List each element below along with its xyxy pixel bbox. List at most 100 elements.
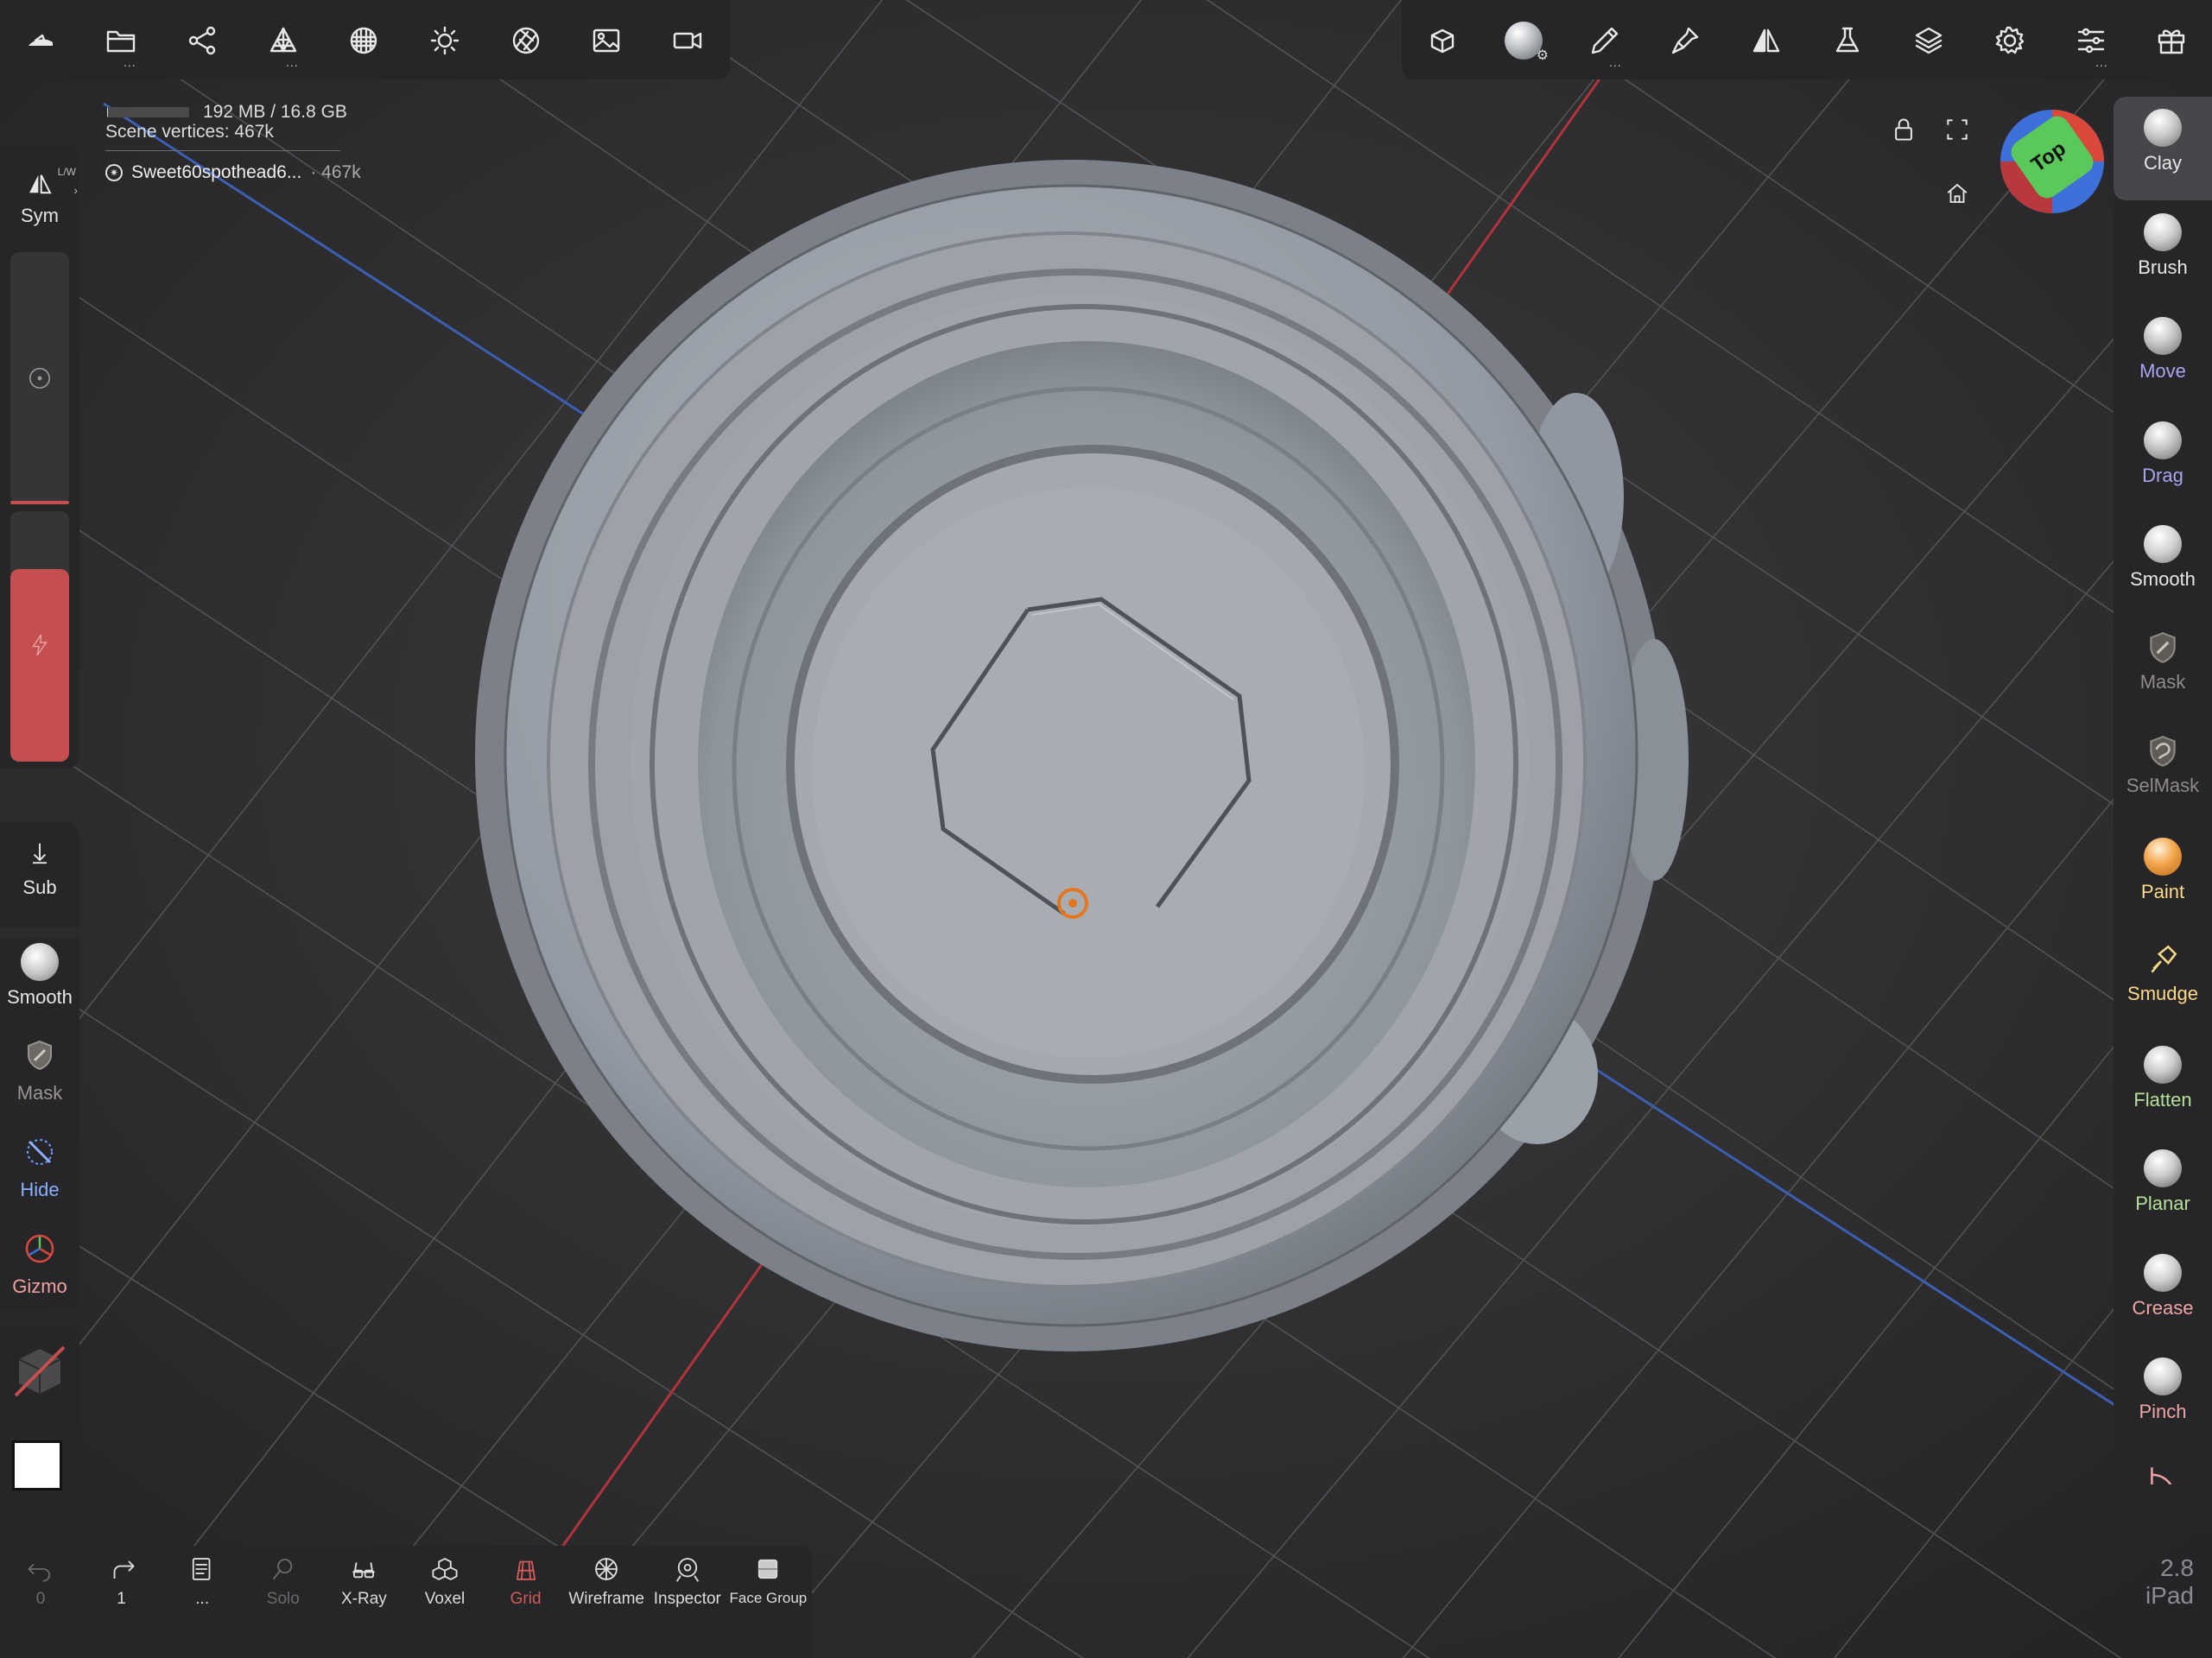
tool-drag[interactable]: Drag xyxy=(2114,409,2212,513)
mask-label: Mask xyxy=(16,1082,63,1104)
camera-aperture-icon[interactable] xyxy=(504,19,548,62)
sub-toggle[interactable]: Sub xyxy=(0,839,79,899)
background-image-icon[interactable] xyxy=(585,19,628,62)
layers-icon[interactable] xyxy=(1907,19,1950,62)
hide-label: Hide xyxy=(20,1179,60,1200)
tool-trim[interactable]: Trim xyxy=(2114,1450,2212,1484)
grid-icon xyxy=(516,1560,536,1580)
undo-label: 0 xyxy=(35,1590,46,1608)
wireframe-label: Wireframe xyxy=(568,1590,644,1608)
settings-gear-icon[interactable] xyxy=(1988,19,2031,62)
intensity-track[interactable] xyxy=(10,511,69,762)
lock-camera-icon[interactable] xyxy=(1888,114,1919,145)
history-label: ... xyxy=(195,1590,210,1608)
wireframe-icon xyxy=(595,1558,618,1580)
xray-glasses-icon xyxy=(352,1562,376,1579)
memory-usage: 192 MB / 16.8 GB xyxy=(203,102,347,122)
tool-label: Brush xyxy=(2138,256,2188,278)
nomad-logo-icon[interactable] xyxy=(19,19,62,62)
tool-flatten[interactable]: Flatten xyxy=(2114,1034,2212,1137)
tool-selmask[interactable]: SelMask xyxy=(2114,721,2212,825)
home-view-icon[interactable] xyxy=(1942,178,1973,209)
solo-label: Solo xyxy=(266,1590,300,1608)
flatten-sphere-icon xyxy=(2144,1045,2182,1084)
mask-shortcut[interactable]: Mask xyxy=(0,1038,79,1104)
gizmo-shortcut[interactable]: Gizmo xyxy=(0,1231,79,1298)
mask-icon xyxy=(2144,630,2182,668)
tool-label: Drag xyxy=(2142,464,2183,486)
radius-indicator xyxy=(10,501,69,504)
face-group-icon xyxy=(758,1559,778,1579)
xray-button[interactable]: X-Ray xyxy=(323,1554,404,1609)
mesh-visibility-cube-icon[interactable] xyxy=(10,1342,69,1401)
mask-shield-icon xyxy=(28,1040,52,1071)
sym-chevron-icon: › xyxy=(73,183,78,197)
gizmo-axes-icon xyxy=(25,1234,54,1263)
lighting-sun-icon[interactable] xyxy=(423,19,466,62)
memory-bar-fill xyxy=(107,107,109,117)
solo-button[interactable]: Solo xyxy=(243,1554,324,1609)
tool-label: Move xyxy=(2139,360,2186,382)
tool-pinch[interactable]: Pinch xyxy=(2114,1345,2212,1449)
color-swatch[interactable] xyxy=(12,1440,62,1490)
flask-icon[interactable] xyxy=(1826,19,1869,62)
object-row[interactable]: ✷ Sweet60spothead6... · 467k xyxy=(105,162,361,183)
gift-icon[interactable] xyxy=(2150,19,2193,62)
matcap-sphere-icon[interactable]: ⚙ xyxy=(1502,19,1549,63)
tool-planar[interactable]: Planar xyxy=(2114,1137,2212,1241)
tool-label: Mask xyxy=(2139,670,2186,693)
sub-arrow-icon xyxy=(33,843,47,864)
undo-icon xyxy=(28,1563,51,1582)
tool-move[interactable]: Move xyxy=(2114,305,2212,408)
voxel-cubes-icon xyxy=(432,1558,458,1580)
3d-viewport[interactable] xyxy=(0,0,2212,1658)
material-sphere-icon[interactable] xyxy=(342,19,385,62)
smooth-shortcut[interactable]: Smooth xyxy=(0,943,79,1009)
wireframe-button[interactable]: Wireframe xyxy=(566,1554,647,1609)
tool-label: Clay xyxy=(2143,152,2182,174)
tool-mask[interactable]: Mask xyxy=(2114,617,2212,721)
scene-vertices: Scene vertices: 467k xyxy=(105,122,274,142)
hide-shortcut[interactable]: Hide xyxy=(0,1135,79,1201)
undo-button[interactable]: 0 xyxy=(0,1554,81,1609)
symmetry-icon[interactable] xyxy=(1745,19,1788,62)
top-toolbar-left: ... ... xyxy=(0,0,730,79)
version-platform: iPad xyxy=(2145,1582,2194,1609)
tool-crease[interactable]: Crease xyxy=(2114,1242,2212,1345)
tool-label: Smudge xyxy=(2127,983,2198,1004)
grid-button[interactable]: Grid xyxy=(485,1554,567,1609)
left-panel-tools: Sub Smooth Mask Hide Gizmo xyxy=(0,822,79,1309)
facegroup-button[interactable]: Face Group xyxy=(727,1554,808,1607)
view-gizmo-cube[interactable]: Top xyxy=(1998,107,2107,216)
tool-smooth[interactable]: Smooth xyxy=(2114,513,2212,617)
video-camera-icon[interactable] xyxy=(666,19,709,62)
tool-brush[interactable]: Brush xyxy=(2114,201,2212,305)
history-button[interactable]: ... xyxy=(162,1554,243,1609)
symmetry-toggle[interactable]: Sym L/W › xyxy=(0,157,79,252)
tool-label: Planar xyxy=(2135,1193,2190,1214)
solo-search-icon xyxy=(272,1559,293,1579)
shading-box-icon[interactable] xyxy=(1421,19,1464,62)
radius-slider[interactable] xyxy=(10,252,69,762)
tool-paint[interactable]: Paint xyxy=(2114,826,2212,929)
trim-icon xyxy=(2144,1462,2182,1484)
redo-icon xyxy=(113,1560,135,1579)
inspector-button[interactable]: Inspector xyxy=(647,1554,728,1609)
smooth-label: Smooth xyxy=(7,986,73,1008)
pick-brush-icon[interactable] xyxy=(1664,19,1707,62)
inspector-label: Inspector xyxy=(653,1590,721,1608)
object-name: Sweet60spothead6... xyxy=(131,162,302,182)
tool-clay[interactable]: Clay xyxy=(2114,97,2212,200)
top-toolbar-right: ⚙ ... ... xyxy=(1402,0,2212,79)
object-vertices: · 467k xyxy=(310,162,361,182)
scene-graph-icon[interactable] xyxy=(181,19,224,62)
voxel-button[interactable]: Voxel xyxy=(404,1554,485,1609)
memory-bar xyxy=(107,107,189,117)
sliders-more: ... xyxy=(2095,55,2108,69)
redo-button[interactable]: 1 xyxy=(81,1554,162,1609)
folder-more: ... xyxy=(124,55,136,69)
tool-smudge[interactable]: Smudge xyxy=(2114,929,2212,1033)
material-object-icon: ✷ xyxy=(105,164,123,181)
radius-track xyxy=(10,252,69,504)
fullscreen-icon[interactable] xyxy=(1942,114,1973,145)
